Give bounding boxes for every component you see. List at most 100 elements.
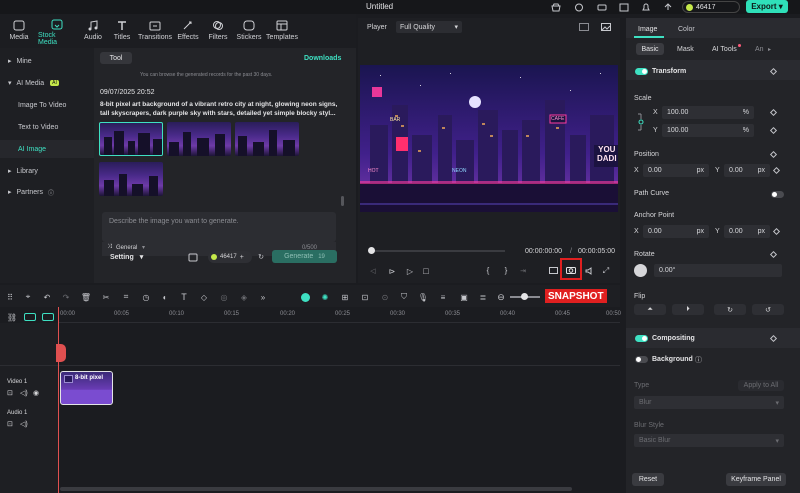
render-icon[interactable] xyxy=(298,290,312,304)
keyframe-icon[interactable] xyxy=(769,250,778,259)
stop-icon[interactable]: □ xyxy=(421,266,431,276)
scale-y-input[interactable]: 100.00% xyxy=(662,124,754,137)
subtab-basic[interactable]: Basic xyxy=(636,43,664,55)
track-audio-icon[interactable]: ◁) xyxy=(20,420,28,428)
sidebar-item-image-to-video[interactable]: Image To Video xyxy=(0,96,94,114)
split-icon[interactable]: ✂ xyxy=(99,290,113,304)
keyframe-icon[interactable] xyxy=(769,108,778,117)
reset-button[interactable]: Reset xyxy=(632,473,664,486)
tab-stickers[interactable]: Stickers xyxy=(233,16,265,46)
play-backward-icon[interactable]: ⊳ xyxy=(387,266,397,276)
background-toggle[interactable] xyxy=(635,356,648,363)
keyframe-panel-button[interactable]: Keyframe Panel xyxy=(726,473,786,486)
subtab-mask[interactable]: Mask xyxy=(677,46,694,53)
downloads-link[interactable]: Downloads xyxy=(304,55,341,62)
marker-icon[interactable]: ◎ xyxy=(217,290,231,304)
anchor-x-input[interactable]: 0.00 px xyxy=(643,225,709,238)
play-icon[interactable]: ▷ xyxy=(405,266,415,276)
rotate-input[interactable]: 0.00° xyxy=(654,264,782,277)
tab-effects[interactable]: Effects xyxy=(172,16,204,46)
zoom-out-icon[interactable]: ⊖ xyxy=(494,290,508,304)
apply-to-all-button[interactable]: Apply to All xyxy=(738,380,784,391)
generated-image-4[interactable] xyxy=(99,162,163,196)
model-select[interactable]: General xyxy=(116,245,137,251)
mute-icon[interactable] xyxy=(584,266,594,276)
blur-style-select[interactable]: Basic Blur ▾ xyxy=(634,434,784,447)
effects-tool-icon[interactable]: ◈ xyxy=(237,290,251,304)
bell-icon[interactable] xyxy=(640,2,652,12)
more-tools-icon[interactable]: » xyxy=(256,290,270,304)
mark-in-icon[interactable]: { xyxy=(483,265,493,275)
video-clip[interactable]: 8-bit pixel xyxy=(60,371,113,405)
cloud-icon[interactable] xyxy=(596,2,608,12)
time-ruler[interactable]: 00:00 00:05 00:10 00:15 00:20 00:25 00:3… xyxy=(58,307,621,323)
upload-icon[interactable] xyxy=(662,2,674,12)
plus-icon[interactable]: + xyxy=(240,254,244,261)
keyframe-icon[interactable] xyxy=(772,166,781,175)
grid-icon[interactable]: ⠿ xyxy=(3,290,17,304)
tab-stock-media[interactable]: Stock Media xyxy=(38,16,76,46)
track-audio-icon[interactable]: ◁) xyxy=(20,389,28,397)
path-curve-toggle[interactable] xyxy=(771,191,784,198)
playhead[interactable] xyxy=(58,307,59,493)
color-icon[interactable]: ◐ xyxy=(158,290,172,304)
sidebar-item-library[interactable]: ▸ Library xyxy=(0,162,94,180)
tab-templates[interactable]: Templates xyxy=(264,16,300,46)
image-reference-icon[interactable] xyxy=(187,251,199,263)
image-view-icon[interactable] xyxy=(600,22,612,32)
speed-icon[interactable]: ◷ xyxy=(139,290,153,304)
refresh-icon[interactable]: ↻ xyxy=(256,252,266,262)
rotate-dial[interactable] xyxy=(634,264,647,277)
tab-image[interactable]: Image xyxy=(638,26,657,33)
image-track-icon[interactable]: ▣ xyxy=(457,290,471,304)
generated-image-2[interactable] xyxy=(167,122,231,156)
scrubber-handle[interactable] xyxy=(368,247,375,254)
playhead-handle[interactable] xyxy=(56,344,66,362)
link-icon[interactable]: ⊙ xyxy=(378,290,392,304)
quality-select[interactable]: Full Quality ▾ xyxy=(396,21,462,33)
position-x-input[interactable]: 0.00 px xyxy=(643,164,709,177)
setting-dropdown[interactable]: Setting ▾ xyxy=(110,253,143,261)
transform-toggle[interactable] xyxy=(635,68,648,75)
position-y-input[interactable]: 0.00 px xyxy=(724,164,770,177)
subtab-animation[interactable]: An xyxy=(755,46,764,53)
credits-pill[interactable]: 46417 xyxy=(682,1,740,13)
type-select[interactable]: Blur ▾ xyxy=(634,396,784,409)
redo-icon[interactable]: ↷ xyxy=(59,290,73,304)
grid-view-icon[interactable] xyxy=(578,22,590,32)
shield-icon[interactable]: ⛉ xyxy=(397,290,411,304)
keyframe-icon[interactable] xyxy=(769,126,778,135)
video-preview[interactable]: YOU DADI BAR CAFE HOT NEON xyxy=(360,65,618,212)
ripple-icon[interactable]: ⊡ xyxy=(358,290,372,304)
zoom-handle[interactable] xyxy=(521,293,528,300)
tab-audio[interactable]: Audio xyxy=(77,16,109,46)
generate-button[interactable]: Generate 19 xyxy=(272,250,337,263)
track-manager-icon[interactable] xyxy=(42,313,54,321)
microphone-icon[interactable]: 🎙 xyxy=(416,290,430,304)
chevron-right-icon[interactable]: ▸ xyxy=(768,46,771,53)
flip-horizontal-button[interactable]: ⏵ xyxy=(672,304,704,315)
audio-track-icon[interactable]: ≣ xyxy=(476,290,490,304)
delete-icon[interactable]: 🗑 xyxy=(79,290,93,304)
generated-image-1[interactable] xyxy=(99,122,163,156)
anchor-y-input[interactable]: 0.00 px xyxy=(724,225,770,238)
tab-titles[interactable]: Titles xyxy=(106,16,138,46)
tool-tab[interactable]: Tool xyxy=(100,52,132,64)
keyframe-icon[interactable] xyxy=(772,227,781,236)
add-track-icon[interactable] xyxy=(24,313,36,321)
sidebar-item-partners[interactable]: ▸ Partners ⓘ xyxy=(0,183,94,201)
display-icon[interactable] xyxy=(548,266,558,276)
track-lock-icon[interactable]: ⊡ xyxy=(7,420,13,428)
sidebar-item-text-to-video[interactable]: Text to Video xyxy=(0,118,94,136)
select-tool-icon[interactable]: ⌖ xyxy=(21,290,35,304)
tab-color[interactable]: Color xyxy=(678,26,695,33)
keyframe-tool-icon[interactable]: ◇ xyxy=(197,290,211,304)
text-icon[interactable]: T xyxy=(177,290,191,304)
link-tracks-icon[interactable]: ⛓ xyxy=(6,311,18,323)
tab-media[interactable]: Media xyxy=(3,16,35,46)
scrollbar[interactable] xyxy=(341,196,344,206)
layout-icon[interactable] xyxy=(618,2,630,12)
track-eye-icon[interactable]: ◉ xyxy=(33,389,39,397)
subtab-ai-tools[interactable]: AI Tools xyxy=(712,46,737,53)
store-icon[interactable] xyxy=(550,2,562,12)
